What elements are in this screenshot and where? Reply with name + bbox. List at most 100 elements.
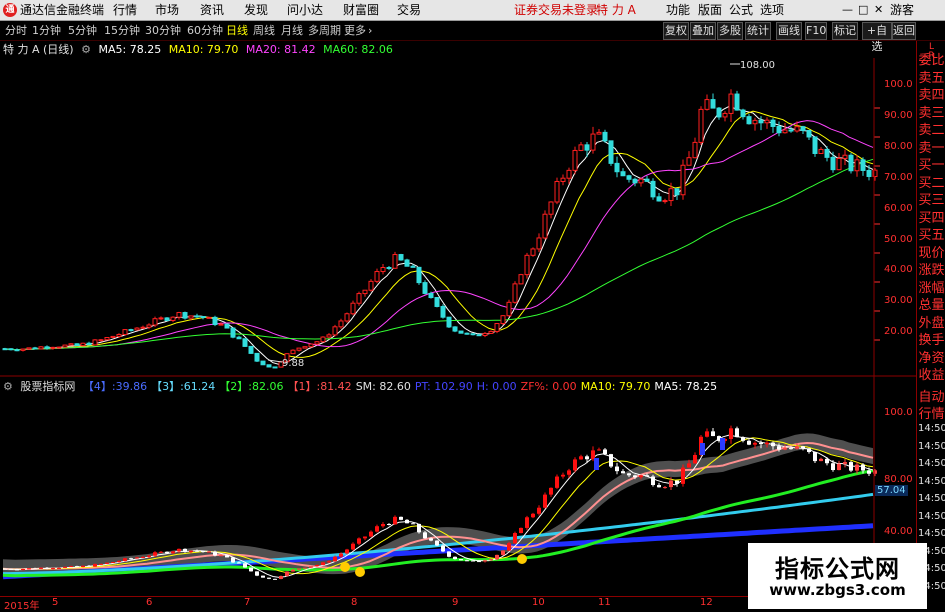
candle-body bbox=[596, 131, 602, 135]
sub-candle-body bbox=[549, 487, 553, 495]
date-label: 5 bbox=[52, 597, 59, 608]
candle-body bbox=[830, 156, 836, 171]
quote-item-5: 卖一 bbox=[918, 140, 945, 156]
f10-button[interactable]: F10 bbox=[805, 22, 827, 40]
sub-candle-body bbox=[111, 562, 115, 564]
candle-body bbox=[194, 315, 200, 318]
minimize-button[interactable]: — bbox=[842, 0, 853, 20]
period-multi[interactable]: 多周期 bbox=[308, 21, 341, 40]
menu-options[interactable]: 选项 bbox=[760, 0, 784, 20]
candle-body bbox=[716, 107, 722, 118]
candle-body bbox=[272, 366, 278, 369]
login-status[interactable]: 证券交易未登录 bbox=[514, 0, 598, 20]
period-more[interactable]: 更多 bbox=[344, 21, 366, 40]
candle-body bbox=[344, 313, 350, 322]
sub-y-tick: 40.00 bbox=[884, 526, 913, 537]
candle-body bbox=[428, 292, 434, 299]
candle-body bbox=[680, 164, 686, 196]
candle-body bbox=[260, 360, 266, 366]
kline-chart[interactable]: 108.00 9.88 bbox=[0, 40, 916, 596]
candle-body bbox=[512, 283, 518, 303]
sub-candle-body bbox=[765, 442, 769, 445]
quote-item-18: 收益 bbox=[918, 368, 945, 383]
candle-body bbox=[770, 119, 776, 127]
sub-candle-body bbox=[633, 475, 637, 478]
period-weekly[interactable]: 周线 bbox=[253, 21, 275, 40]
sub-candle-body bbox=[303, 567, 307, 569]
buy-signal-icon bbox=[517, 554, 527, 564]
tick-time-3: 14:50 bbox=[918, 475, 945, 487]
period-5min[interactable]: 5分钟 bbox=[68, 21, 97, 40]
candle-body bbox=[170, 316, 176, 321]
candle-body bbox=[728, 93, 734, 114]
indicator-pane bbox=[2, 425, 877, 580]
period-60min[interactable]: 60分钟 bbox=[187, 21, 223, 40]
candle-body bbox=[356, 293, 362, 304]
multi-stock-button[interactable]: 多股 bbox=[717, 22, 743, 40]
period-daily[interactable]: 日线 bbox=[226, 21, 248, 40]
candle-body bbox=[212, 316, 218, 326]
sub-candle-body bbox=[273, 578, 277, 580]
quote-item-10: 买五 bbox=[918, 228, 945, 243]
candle-body bbox=[764, 119, 770, 124]
sub-candle-body bbox=[135, 557, 139, 559]
candle-body bbox=[740, 109, 746, 118]
panel-tab-1[interactable]: 行情 bbox=[918, 403, 945, 422]
candle-body bbox=[794, 126, 800, 132]
add-favorite-button[interactable]: +自选 bbox=[862, 22, 892, 53]
statistics-button[interactable]: 统计 bbox=[745, 22, 771, 40]
sub-candle-body bbox=[483, 560, 487, 562]
sub-candle-body bbox=[339, 553, 343, 557]
quote-item-2: 卖四 bbox=[918, 88, 945, 103]
main-y-tick: 80.00 bbox=[884, 140, 913, 152]
quote-item-8: 买三 bbox=[918, 193, 945, 208]
menu-news[interactable]: 资讯 bbox=[200, 0, 224, 20]
candle-body bbox=[182, 312, 188, 319]
menu-xiaoda[interactable]: 问小达 bbox=[287, 0, 323, 20]
candle-body bbox=[38, 346, 44, 350]
menu-layout[interactable]: 版面 bbox=[698, 0, 722, 20]
menu-market[interactable]: 市场 bbox=[155, 0, 179, 20]
period-monthly[interactable]: 月线 bbox=[281, 21, 303, 40]
period-1min[interactable]: 1分钟 bbox=[32, 21, 61, 40]
tick-time-6: 14:50 bbox=[918, 528, 945, 539]
menu-quotes[interactable]: 行情 bbox=[113, 0, 137, 20]
sub-candle-body bbox=[669, 480, 673, 488]
maximize-button[interactable]: □ bbox=[858, 0, 868, 20]
close-button[interactable]: ✕ bbox=[874, 0, 883, 20]
menu-trade[interactable]: 交易 bbox=[397, 0, 421, 20]
adjust-button[interactable]: 复权 bbox=[663, 22, 689, 40]
candle-body bbox=[56, 346, 62, 349]
candle-body bbox=[776, 125, 782, 134]
candle-body bbox=[692, 141, 698, 159]
ma20-line bbox=[2, 120, 874, 351]
back-button[interactable]: 返回 bbox=[892, 22, 916, 40]
candle-body bbox=[758, 119, 764, 124]
candle-body bbox=[128, 329, 134, 332]
sub-candle-body bbox=[171, 551, 175, 554]
draw-line-button[interactable]: 画线 bbox=[776, 22, 802, 40]
overlay-button[interactable]: 叠加 bbox=[690, 22, 716, 40]
menu-wealth[interactable]: 财富圈 bbox=[343, 0, 379, 20]
date-label: 12 bbox=[700, 597, 713, 608]
menu-formula[interactable]: 公式 bbox=[729, 0, 753, 20]
period-intraday[interactable]: 分时 bbox=[5, 21, 27, 40]
guest-label[interactable]: 游客 bbox=[890, 0, 914, 20]
date-label: 6 bbox=[146, 597, 153, 608]
sub-candle-body bbox=[321, 562, 325, 565]
quote-item-0: 委比 bbox=[918, 53, 945, 68]
candle-body bbox=[806, 129, 812, 138]
sub-candle-body bbox=[567, 470, 571, 475]
quote-item-14: 总量 bbox=[918, 298, 945, 313]
period-more-arrow-icon[interactable]: › bbox=[368, 21, 372, 40]
candle-body bbox=[176, 312, 182, 318]
period-30min[interactable]: 30分钟 bbox=[145, 21, 181, 40]
sub-candle-body bbox=[423, 532, 427, 539]
candle-body bbox=[92, 339, 98, 346]
menu-discover[interactable]: 发现 bbox=[244, 0, 268, 20]
menu-function[interactable]: 功能 bbox=[666, 0, 690, 20]
sub-candle-body bbox=[639, 475, 643, 478]
period-15min[interactable]: 15分钟 bbox=[104, 21, 140, 40]
mark-button[interactable]: 标记 bbox=[832, 22, 858, 40]
sub-candle-body bbox=[663, 487, 667, 489]
